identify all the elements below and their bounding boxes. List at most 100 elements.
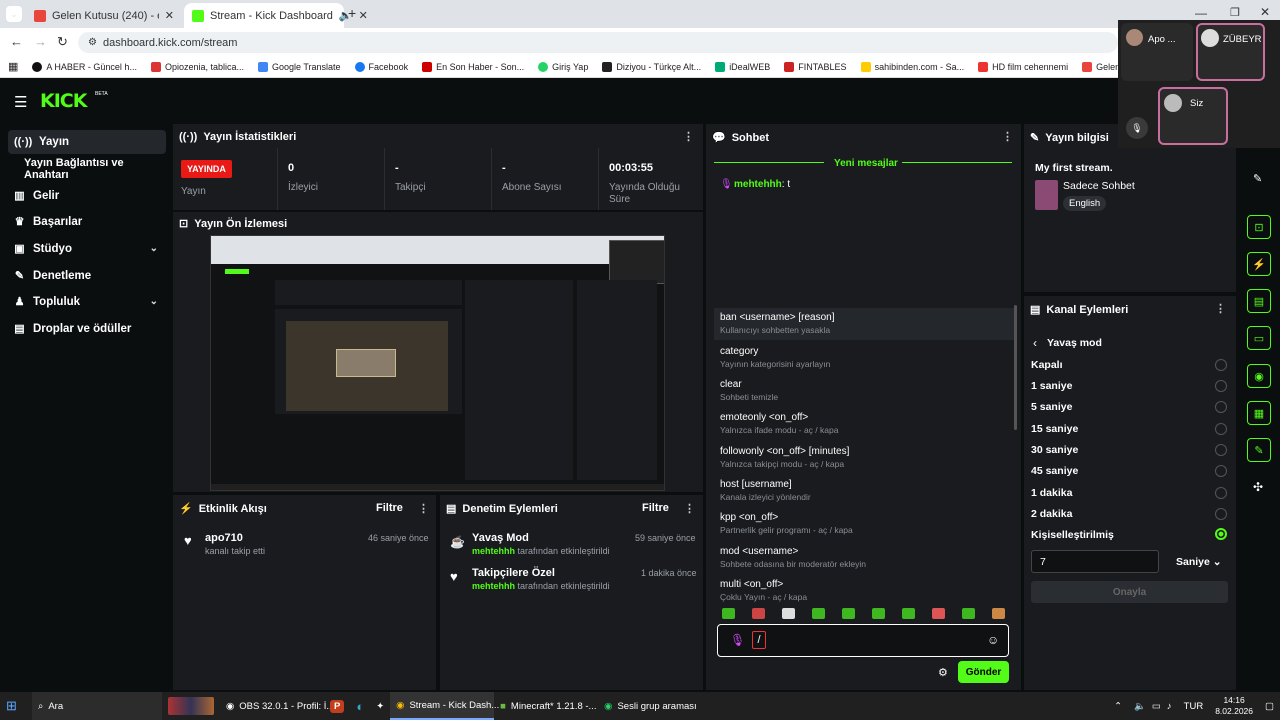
taskbar-search[interactable]: ⌕ Ara — [32, 692, 162, 720]
new-tab-button[interactable]: + — [348, 5, 356, 21]
radio-15-saniye[interactable] — [1215, 423, 1227, 435]
stream-category[interactable]: Sadece Sohbet — [1063, 180, 1135, 192]
sidebar-item-gelir[interactable]: ▥ Gelir — [8, 184, 166, 208]
command-item[interactable]: emoteonly <on_off> Yalnızca ifade modu - … — [714, 408, 1014, 440]
sidebar-item-topluluk[interactable]: ♟ Topluluk ⌄ — [8, 290, 166, 314]
sidebar-item-studyo[interactable]: ▣ Stüdyo ⌄ — [8, 237, 166, 261]
radio-2-dakika[interactable] — [1215, 508, 1227, 520]
more-actions-icon[interactable]: ✣ — [1253, 480, 1263, 494]
sidebar-item-yayin[interactable]: ((·)) Yayın — [8, 130, 166, 154]
hamburger-menu-icon[interactable]: ☰ — [14, 93, 27, 111]
radio-5-saniye[interactable] — [1215, 401, 1227, 413]
sidebar-item-stream-key[interactable]: Yayın Bağlantısı ve Anahtarı — [18, 157, 168, 181]
tray-chevron-icon[interactable]: ⌃ — [1108, 692, 1128, 720]
taskbar-app-minecraft[interactable]: ■ Minecraft* 1.21.8 -... — [494, 692, 598, 720]
stream-preview-video[interactable] — [210, 235, 665, 491]
stats-menu-icon[interactable]: ⋮ — [683, 130, 694, 143]
new-messages-label[interactable]: Yeni mesajlar — [834, 158, 898, 169]
tab-kick-dashboard[interactable]: Stream - Kick Dashboard 🔈 ✕ — [184, 3, 368, 28]
taskbar-app-chrome[interactable]: ◉ Stream - Kick Dash... — [390, 692, 499, 720]
channel-actions-menu-icon[interactable]: ⋮ — [1215, 302, 1226, 315]
wrench-icon[interactable]: ✎ — [1247, 438, 1271, 462]
language-indicator[interactable]: TUR — [1178, 692, 1210, 720]
maximize-icon[interactable]: ❐ — [1230, 6, 1240, 19]
emote-icon[interactable] — [992, 608, 1005, 619]
radio-custom-selected[interactable] — [1215, 528, 1227, 540]
radio-kapali[interactable] — [1215, 359, 1227, 371]
command-item[interactable]: followonly <on_off> [minutes] Yalnızca ta… — [714, 442, 1014, 474]
command-item[interactable]: multi <on_off> Çoklu Yayın - aç / kapa — [714, 575, 1014, 607]
radio-30-saniye[interactable] — [1215, 444, 1227, 456]
layout-icon[interactable]: ▦ — [1247, 401, 1271, 425]
command-item[interactable]: host [username] Kanala izleyici yönlendir — [714, 475, 1014, 507]
scrollbar[interactable] — [1014, 305, 1017, 430]
emote-icon[interactable] — [932, 608, 945, 619]
notification-icon[interactable]: ▢ — [1259, 692, 1280, 720]
apps-grid-icon[interactable]: ▦ — [8, 60, 18, 73]
address-bar[interactable]: ⚙ dashboard.kick.com/stream — [78, 32, 1118, 53]
bookmark[interactable]: En Son Haber - Son... — [422, 61, 524, 72]
emoji-icon[interactable]: ☺ — [987, 633, 999, 647]
radio-1-dakika[interactable] — [1215, 487, 1227, 499]
taskbar-app-unknown[interactable]: ✦ — [370, 692, 390, 720]
emote-icon[interactable] — [812, 608, 825, 619]
bookmark[interactable]: sahibinden.com - Sa... — [860, 61, 964, 72]
bookmark[interactable]: A HABER - Güncel h... — [32, 61, 137, 72]
bookmark[interactable]: Opiozenia, tablica... — [150, 61, 244, 72]
bookmark[interactable]: Giriş Yap — [538, 61, 588, 72]
clock[interactable]: 14:16 8.02.2026 — [1209, 692, 1259, 720]
unit-select[interactable]: Saniye ⌄ — [1176, 556, 1222, 568]
forward-icon[interactable]: → — [34, 34, 47, 49]
bookmark[interactable]: Google Translate — [258, 61, 341, 72]
window-close-icon[interactable]: ✕ — [1260, 5, 1270, 19]
chat-input-value[interactable]: / — [752, 631, 766, 649]
kick-logo[interactable]: KICK — [40, 90, 87, 112]
activity-menu-icon[interactable]: ⋮ — [418, 502, 429, 515]
tab-gmail[interactable]: Gelen Kutusu (240) - engintaltı ✕ — [26, 3, 182, 28]
emote-icon[interactable] — [782, 608, 795, 619]
radio-45-saniye[interactable] — [1215, 465, 1227, 477]
minimize-icon[interactable]: — — [1195, 6, 1207, 20]
command-item[interactable]: mod <username> Sohbete odasına bir modera… — [714, 542, 1014, 574]
widgets-icon[interactable] — [162, 692, 220, 720]
tray-icons[interactable]: 🔈 ▭ ♪ — [1128, 692, 1178, 720]
chevron-left-icon[interactable]: ‹ — [1033, 336, 1037, 350]
emote-icon[interactable] — [722, 608, 735, 619]
send-button[interactable]: Gönder — [958, 661, 1009, 683]
start-button[interactable]: ⊞ — [0, 692, 32, 720]
close-icon[interactable]: ✕ — [165, 9, 174, 22]
emote-icon[interactable] — [872, 608, 885, 619]
emote-icon[interactable] — [962, 608, 975, 619]
taskbar-app-powerpoint[interactable]: P — [324, 692, 350, 720]
participant-tile-active[interactable]: ZÜBEYR — [1196, 23, 1265, 81]
settings-gear-icon[interactable]: ⚙ — [938, 666, 948, 679]
close-icon[interactable]: ✕ — [359, 9, 368, 22]
self-tile[interactable]: Siz — [1158, 87, 1228, 145]
bookmark[interactable]: Diziyou - Türkçe Alt... — [602, 61, 701, 72]
command-item[interactable]: category Yayının kategorisini ayarlayın — [714, 342, 1014, 374]
back-icon[interactable]: ← — [10, 34, 23, 49]
activity-user[interactable]: apo710 — [205, 532, 243, 544]
chat-menu-icon[interactable]: ⋮ — [1002, 130, 1013, 143]
bookmark[interactable]: Facebook — [354, 61, 408, 72]
emote-icon[interactable] — [752, 608, 765, 619]
sidebar-item-basarilar[interactable]: ♛ Başarılar — [8, 210, 166, 234]
slow-mode-back[interactable]: Yavaş mod — [1047, 337, 1102, 349]
taskbar-app-obs[interactable]: ◉ OBS 32.0.1 - Profil: İ... — [220, 692, 334, 720]
command-item[interactable]: ban <username> [reason] Kullanıcıyı sohbe… — [714, 308, 1014, 340]
sidebar-item-droplar[interactable]: ▤ Droplar ve ödüller — [8, 317, 166, 341]
mod-filter-button[interactable]: Filtre — [642, 502, 669, 514]
bolt-icon[interactable]: ⚡ — [1247, 252, 1271, 276]
bookmark[interactable]: iDealWEB — [715, 61, 770, 72]
clip-icon[interactable]: ⊡ — [1247, 215, 1271, 239]
sidebar-item-denetleme[interactable]: ✎ Denetleme — [8, 264, 166, 288]
reload-icon[interactable]: ↻ — [57, 34, 68, 50]
emote-icon[interactable] — [902, 608, 915, 619]
bookmark[interactable]: FINTABLES — [784, 61, 847, 72]
edit-icon[interactable]: ✎ — [1253, 172, 1262, 185]
command-item[interactable]: kpp <on_off> Partnerlik gelir programı - … — [714, 508, 1014, 540]
confirm-button[interactable]: Onayla — [1031, 581, 1228, 603]
custom-seconds-input[interactable]: 7 — [1031, 550, 1159, 573]
list-icon[interactable]: ▤ — [1247, 289, 1271, 313]
broadcast-icon[interactable]: ◉ — [1247, 364, 1271, 388]
